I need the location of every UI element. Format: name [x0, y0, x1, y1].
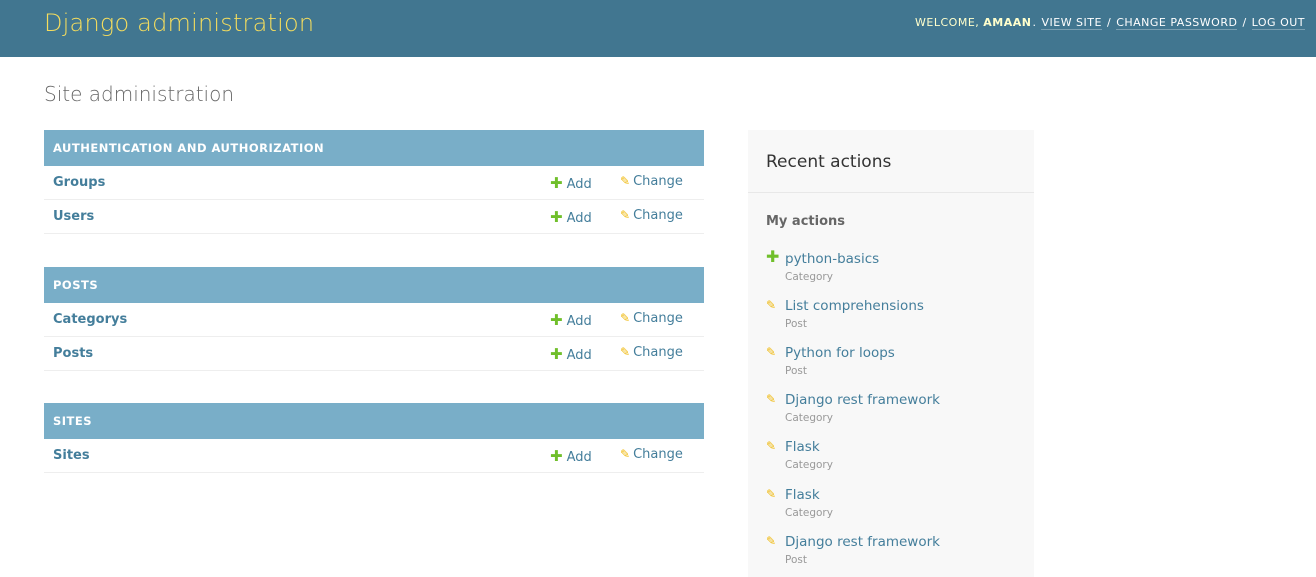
log-out-link[interactable]: LOG OUT — [1251, 16, 1305, 30]
add-groups-button[interactable]: ✚ Add — [550, 174, 592, 192]
change-posts-button[interactable]: ✎ Change — [620, 345, 683, 360]
change-sites-button[interactable]: ✎ Change — [620, 447, 683, 462]
change-label: Change — [633, 174, 683, 189]
model-link-groups[interactable]: Groups — [53, 175, 105, 190]
pencil-icon: ✎ — [766, 534, 777, 548]
change-groups-button[interactable]: ✎ Change — [620, 174, 683, 189]
change-users-button[interactable]: ✎ Change — [620, 208, 683, 223]
change-label: Change — [633, 311, 683, 326]
pencil-icon: ✎ — [620, 311, 631, 325]
add-label: Add — [566, 177, 592, 192]
plus-icon: ✚ — [550, 208, 563, 226]
change-categorys-button[interactable]: ✎ Change — [620, 311, 683, 326]
recent-action-link[interactable]: Django rest framework — [785, 392, 940, 408]
change-label: Change — [633, 447, 683, 462]
recent-action-link[interactable]: Flask — [785, 487, 820, 503]
pencil-icon: ✎ — [620, 447, 631, 461]
pencil-icon: ✎ — [766, 298, 777, 312]
module-caption[interactable]: AUTHENTICATION AND AUTHORIZATION — [44, 130, 704, 166]
module-posts: POSTS Categorys ✚ Add ✎ Change Posts ✚ Add … — [44, 267, 704, 371]
add-label: Add — [566, 314, 592, 329]
recent-actions-panel: Recent actions My actions ✚ python-basic… — [748, 130, 1034, 577]
model-link-categorys[interactable]: Categorys — [53, 312, 127, 327]
add-label: Add — [566, 348, 592, 363]
pencil-icon: ✎ — [620, 174, 631, 188]
separator: / — [1242, 16, 1247, 29]
add-posts-button[interactable]: ✚ Add — [550, 345, 592, 363]
pencil-icon: ✎ — [766, 487, 777, 501]
recent-action-link[interactable]: Django rest framework — [785, 534, 940, 550]
change-label: Change — [633, 345, 683, 360]
pencil-icon: ✎ — [620, 345, 631, 359]
divider — [748, 192, 1034, 193]
model-link-posts[interactable]: Posts — [53, 346, 93, 361]
model-row-groups: Groups ✚ Add ✎ Change — [44, 166, 704, 200]
plus-icon: ✚ — [550, 174, 563, 192]
view-site-link[interactable]: VIEW SITE — [1041, 16, 1102, 30]
add-categorys-button[interactable]: ✚ Add — [550, 311, 592, 329]
module-caption[interactable]: POSTS — [44, 267, 704, 303]
recent-action-type: Post — [785, 318, 807, 330]
pencil-icon: ✎ — [766, 392, 777, 406]
plus-icon: ✚ — [550, 345, 563, 363]
pencil-icon: ✎ — [766, 345, 777, 359]
site-branding[interactable]: Django administration — [44, 9, 314, 37]
plus-icon: ✚ — [550, 447, 563, 465]
welcome-text: WELCOME, — [915, 16, 980, 29]
recent-actions-title: Recent actions — [766, 152, 892, 172]
recent-action-link[interactable]: python-basics — [785, 251, 879, 267]
plus-icon: ✚ — [766, 247, 780, 266]
add-label: Add — [566, 450, 592, 465]
module-auth: AUTHENTICATION AND AUTHORIZATION Groups … — [44, 130, 704, 234]
recent-action-type: Category — [785, 412, 833, 424]
recent-action-link[interactable]: List comprehensions — [785, 298, 924, 314]
add-label: Add — [566, 211, 592, 226]
pencil-icon: ✎ — [620, 208, 631, 222]
user-tools: WELCOME, AMAAN. VIEW SITE / CHANGE PASSW… — [915, 16, 1305, 30]
model-row-sites: Sites ✚ Add ✎ Change — [44, 439, 704, 473]
recent-action-type: Category — [785, 459, 833, 471]
recent-action-link[interactable]: Python for loops — [785, 345, 895, 361]
recent-action-type: Category — [785, 271, 833, 283]
change-password-link[interactable]: CHANGE PASSWORD — [1116, 16, 1238, 30]
separator: / — [1106, 16, 1112, 29]
username: AMAAN — [983, 16, 1032, 29]
my-actions-title: My actions — [766, 214, 846, 229]
model-row-posts: Posts ✚ Add ✎ Change — [44, 337, 704, 371]
recent-action-type: Category — [785, 507, 833, 519]
header-bar: Django administration WELCOME, AMAAN. VI… — [0, 0, 1316, 57]
model-row-users: Users ✚ Add ✎ Change — [44, 200, 704, 234]
recent-action-type: Post — [785, 554, 807, 566]
add-sites-button[interactable]: ✚ Add — [550, 447, 592, 465]
pencil-icon: ✎ — [766, 439, 777, 453]
recent-action-link[interactable]: Flask — [785, 439, 820, 455]
recent-action-type: Post — [785, 365, 807, 377]
model-link-sites[interactable]: Sites — [53, 448, 90, 463]
module-sites: SITES Sites ✚ Add ✎ Change — [44, 403, 704, 473]
model-link-users[interactable]: Users — [53, 209, 94, 224]
model-row-categorys: Categorys ✚ Add ✎ Change — [44, 303, 704, 337]
page-title: Site administration — [44, 82, 235, 106]
add-users-button[interactable]: ✚ Add — [550, 208, 592, 226]
change-label: Change — [633, 208, 683, 223]
plus-icon: ✚ — [550, 311, 563, 329]
module-caption[interactable]: SITES — [44, 403, 704, 439]
